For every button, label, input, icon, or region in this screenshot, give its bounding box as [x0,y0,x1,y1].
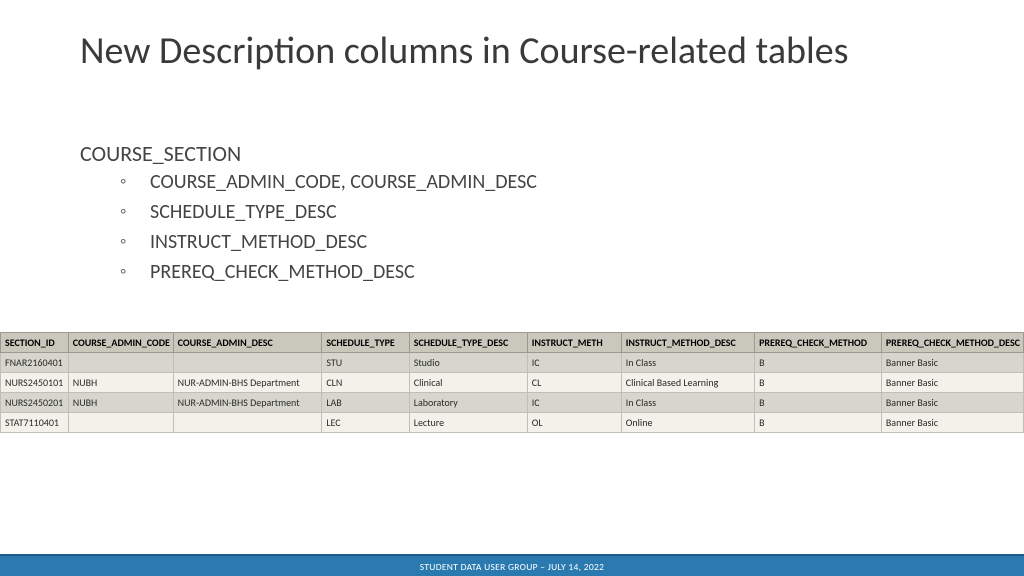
table-cell: B [755,353,882,373]
table-cell: B [755,373,882,393]
table-cell [68,353,173,373]
table-cell: B [755,393,882,413]
bullet-list: COURSE_ADMIN_CODE, COURSE_ADMIN_DESC SCH… [120,170,537,290]
column-header: COURSE_ADMIN_CODE [68,333,173,353]
column-header: SCHEDULE_TYPE_DESC [409,333,527,353]
table-cell: In Class [621,353,754,373]
table-cell: CLN [322,373,409,393]
table-cell: Banner Basic [881,393,1023,413]
column-header: SECTION_ID [1,333,69,353]
table-row: FNAR2160401 STUStudioICIn ClassBBanner Ba… [1,353,1024,373]
table-cell: LEC [322,413,409,433]
table-cell: NUBH [68,393,173,413]
column-header: SCHEDULE_TYPE [322,333,409,353]
table-cell: LAB [322,393,409,413]
table-cell: In Class [621,393,754,413]
table-row: STAT7110401 LECLectureOLOnlineBBanner Bas… [1,413,1024,433]
table-cell: STAT7110401 [1,413,69,433]
table-cell: NURS2450201 [1,393,69,413]
bullet-item: PREREQ_CHECK_METHOD_DESC [120,260,537,284]
table-cell: Banner Basic [881,373,1023,393]
table-cell: NUR-ADMIN-BHS Department [173,393,322,413]
table-cell: Studio [409,353,527,373]
column-header: COURSE_ADMIN_DESC [173,333,322,353]
table-cell: Banner Basic [881,413,1023,433]
table-cell: OL [527,413,621,433]
column-header: PREREQ_CHECK_METHOD_DESC [881,333,1023,353]
bullet-item: SCHEDULE_TYPE_DESC [120,200,537,224]
column-header: INSTRUCT_METH [527,333,621,353]
column-header: INSTRUCT_METHOD_DESC [621,333,754,353]
table-cell: Clinical Based Learning [621,373,754,393]
bullet-item: INSTRUCT_METHOD_DESC [120,230,537,254]
table-cell: Banner Basic [881,353,1023,373]
bullet-item: COURSE_ADMIN_CODE, COURSE_ADMIN_DESC [120,170,537,194]
table-cell: STU [322,353,409,373]
table-cell: Online [621,413,754,433]
footer-text: STUDENT DATA USER GROUP – JULY 14, 2022 [0,556,1024,576]
table-header-row: SECTION_ID COURSE_ADMIN_CODE COURSE_ADMI… [1,333,1024,353]
table-cell: Clinical [409,373,527,393]
slide: New Description columns in Course-relate… [0,0,1024,576]
table-cell: FNAR2160401 [1,353,69,373]
table-cell: Laboratory [409,393,527,413]
table-cell: CL [527,373,621,393]
table-cell: IC [527,393,621,413]
table-row: NURS2450101NUBHNUR-ADMIN-BHS DepartmentC… [1,373,1024,393]
table-cell [173,413,322,433]
slide-title: New Description columns in Course-relate… [80,30,950,74]
column-header: PREREQ_CHECK_METHOD [755,333,882,353]
table-cell: B [755,413,882,433]
table-cell: Lecture [409,413,527,433]
table-cell [68,413,173,433]
table-cell: NUBH [68,373,173,393]
footer-bar: STUDENT DATA USER GROUP – JULY 14, 2022 [0,554,1024,576]
table-body: FNAR2160401STUStudioICIn ClassBBanner Ba… [1,353,1024,433]
course-section-table: SECTION_ID COURSE_ADMIN_CODE COURSE_ADMI… [0,332,1024,433]
section-heading: COURSE_SECTION [80,140,241,167]
table-cell: NUR-ADMIN-BHS Department [173,373,322,393]
table-cell: IC [527,353,621,373]
table-row: NURS2450201NUBHNUR-ADMIN-BHS DepartmentL… [1,393,1024,413]
table-cell: NURS2450101 [1,373,69,393]
table-cell [173,353,322,373]
